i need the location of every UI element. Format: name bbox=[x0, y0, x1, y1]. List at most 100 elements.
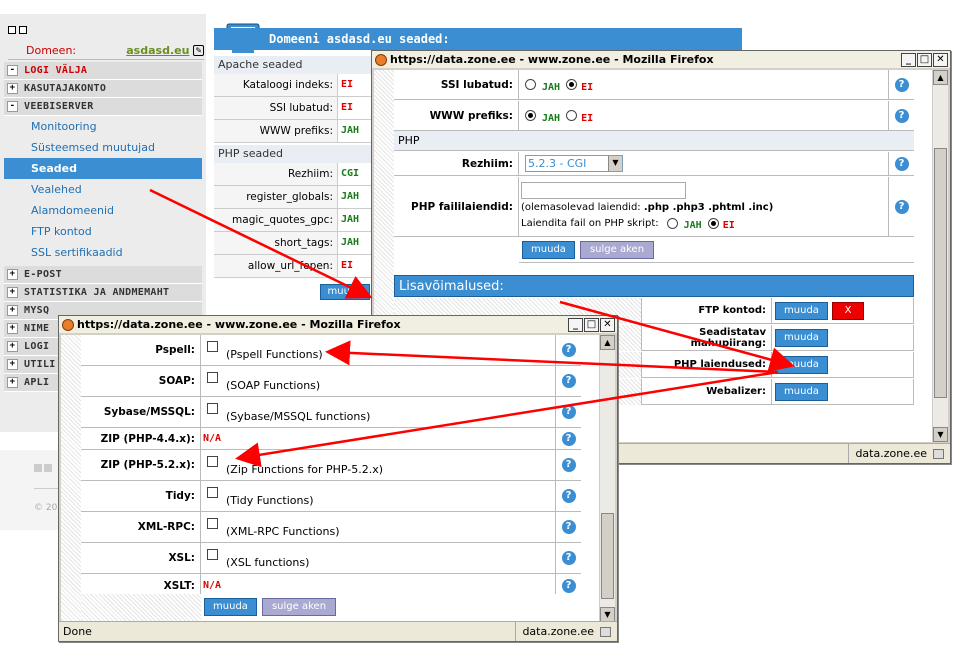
sidebar-item-alamdomeenid[interactable]: Alamdomeenid bbox=[4, 200, 202, 221]
vertical-scrollbar[interactable]: ▲ ▼ bbox=[599, 335, 615, 622]
rezhiim-row: Rezhiim: 5.2.3 - CGI ▼ ? bbox=[394, 152, 914, 176]
menu-item-statistika-ja-andmemaht[interactable]: + STATISTIKA JA ANDMEMAHT bbox=[4, 284, 202, 302]
close-icon[interactable]: ✕ bbox=[600, 317, 615, 332]
minimize-icon[interactable] bbox=[8, 26, 16, 34]
scroll-up-icon[interactable]: ▲ bbox=[600, 335, 615, 350]
help-icon[interactable]: ? bbox=[561, 431, 576, 446]
help-icon[interactable]: ? bbox=[894, 199, 909, 214]
help-icon[interactable]: ? bbox=[561, 551, 576, 565]
extension-checkbox[interactable] bbox=[207, 486, 218, 498]
sidebar-item-vealehed[interactable]: Vealehed bbox=[4, 179, 202, 200]
setting-row: register_globals: JAH bbox=[214, 186, 374, 209]
help-icon[interactable]: ? bbox=[561, 520, 576, 534]
restore-icon[interactable] bbox=[19, 26, 27, 34]
vertical-scrollbar[interactable]: ▲ ▼ bbox=[932, 70, 948, 442]
noext-jah-radio[interactable] bbox=[666, 218, 678, 229]
expand-icon[interactable]: + bbox=[7, 269, 18, 280]
muuda-button[interactable]: muuda bbox=[775, 301, 828, 320]
noext-ei-radio[interactable] bbox=[707, 218, 719, 229]
expand-icon[interactable]: + bbox=[7, 305, 18, 316]
sidebar-item-seaded[interactable]: Seaded bbox=[4, 158, 202, 179]
menu-item-logi-v-lja[interactable]: - LOGI VÄLJA bbox=[4, 62, 202, 80]
window-titlebar[interactable]: https://data.zone.ee - www.zone.ee - Moz… bbox=[59, 316, 617, 333]
status-text: Done bbox=[63, 625, 92, 638]
jah-label: JAH bbox=[542, 113, 561, 124]
extension-checkbox[interactable] bbox=[207, 548, 218, 560]
window-content: Pspell: (Pspell Functions)? SOAP: (SOAP Fun… bbox=[61, 335, 599, 622]
scroll-thumb[interactable] bbox=[934, 148, 947, 398]
www-jah-radio[interactable] bbox=[525, 110, 536, 121]
www-ei-radio[interactable] bbox=[566, 110, 578, 121]
minimize-icon[interactable]: _ bbox=[568, 317, 583, 332]
help-icon[interactable]: ? bbox=[894, 108, 909, 123]
setting-value: JAH bbox=[341, 237, 360, 248]
window-titlebar[interactable]: https://data.zone.ee - www.zone.ee - Moz… bbox=[372, 51, 950, 68]
rezhiim-select[interactable]: 5.2.3 - CGI ▼ bbox=[525, 155, 623, 172]
chevron-down-icon[interactable]: ▼ bbox=[608, 156, 622, 171]
scroll-thumb[interactable] bbox=[601, 513, 614, 599]
collapse-icon[interactable]: - bbox=[7, 65, 18, 76]
expand-icon[interactable]: + bbox=[7, 377, 18, 388]
extension-desc: (XML-RPC Functions) bbox=[226, 524, 340, 538]
help-icon[interactable]: ? bbox=[894, 77, 909, 92]
ext-input[interactable] bbox=[521, 182, 686, 199]
extension-checkbox[interactable] bbox=[207, 340, 218, 352]
page-title: Domeeni asdasd.eu seaded: bbox=[214, 28, 742, 50]
help-icon[interactable]: ? bbox=[894, 156, 909, 171]
extension-checkbox[interactable] bbox=[207, 455, 218, 467]
muuda-button[interactable]: muuda bbox=[775, 328, 828, 347]
expand-icon[interactable]: + bbox=[7, 359, 18, 370]
minimize-icon[interactable]: _ bbox=[901, 52, 916, 67]
muuda-button[interactable]: muuda bbox=[522, 241, 575, 259]
help-icon[interactable]: ? bbox=[561, 405, 576, 419]
help-icon[interactable]: ? bbox=[561, 374, 576, 388]
ei-label: EI bbox=[722, 220, 735, 231]
setting-value: CGI bbox=[341, 168, 360, 179]
setting-label: WWW prefiks: bbox=[214, 120, 338, 142]
help-icon[interactable]: ? bbox=[561, 489, 576, 503]
close-window-button[interactable]: sulge aken bbox=[262, 598, 336, 616]
scroll-down-icon[interactable]: ▼ bbox=[600, 607, 615, 622]
expand-icon[interactable]: + bbox=[7, 83, 18, 94]
veebiserver-submenu: Monitooring Süsteemsed muutujad Seaded Veal… bbox=[4, 116, 202, 263]
extension-checkbox[interactable] bbox=[207, 402, 218, 414]
muuda-button[interactable]: muuda bbox=[775, 382, 828, 401]
extension-row-xsl: XSL: (XSL functions)? bbox=[81, 543, 581, 574]
sidebar-item-s-steemsed-muutujad[interactable]: Süsteemsed muutujad bbox=[4, 137, 202, 158]
muuda-button[interactable]: muuda bbox=[775, 355, 828, 374]
help-icon[interactable]: ? bbox=[561, 458, 576, 472]
extension-checkbox[interactable] bbox=[207, 371, 218, 383]
menu-item-label: UTILI bbox=[24, 359, 56, 370]
expand-icon[interactable]: + bbox=[7, 287, 18, 298]
expand-icon[interactable]: + bbox=[7, 323, 18, 334]
close-window-button[interactable]: sulge aken bbox=[580, 241, 654, 259]
ssi-jah-radio[interactable] bbox=[525, 79, 536, 90]
ssi-ei-radio[interactable] bbox=[566, 79, 578, 90]
muuda-button[interactable]: muuda bbox=[320, 284, 370, 300]
sidebar-item-ssl-sertifikaadid[interactable]: SSL sertifikaadid bbox=[4, 242, 202, 263]
extension-checkbox[interactable] bbox=[207, 517, 218, 529]
menu-item-veebiserver[interactable]: - VEEBISERVER bbox=[4, 98, 202, 116]
jah-label: JAH bbox=[542, 82, 561, 93]
menu-item-kasutajakonto[interactable]: + KASUTAJAKONTO bbox=[4, 80, 202, 98]
maximize-icon[interactable]: □ bbox=[584, 317, 599, 332]
sidebar-window-controls[interactable] bbox=[8, 26, 27, 34]
expand-icon[interactable]: + bbox=[7, 341, 18, 352]
maximize-icon[interactable]: □ bbox=[917, 52, 932, 67]
help-icon[interactable]: ? bbox=[561, 343, 576, 357]
menu-item-e-post[interactable]: + E-POST bbox=[4, 266, 202, 284]
scroll-up-icon[interactable]: ▲ bbox=[933, 70, 948, 85]
edit-icon[interactable]: ✎ bbox=[193, 45, 204, 56]
scroll-down-icon[interactable]: ▼ bbox=[933, 427, 948, 442]
setting-label: allow_url_fopen: bbox=[214, 255, 338, 277]
muuda-button[interactable]: muuda bbox=[204, 598, 257, 616]
sidebar-item-monitooring[interactable]: Monitooring bbox=[4, 116, 202, 137]
close-icon[interactable]: ✕ bbox=[933, 52, 948, 67]
extension-row-soap: SOAP: (SOAP Functions)? bbox=[81, 366, 581, 397]
collapse-icon[interactable]: - bbox=[7, 101, 18, 112]
ssi-options: JAH EI bbox=[519, 70, 889, 99]
delete-button[interactable]: X bbox=[832, 301, 864, 320]
domain-link[interactable]: asdasd.eu bbox=[126, 44, 189, 57]
help-icon[interactable]: ? bbox=[561, 578, 576, 593]
sidebar-item-ftp-kontod[interactable]: FTP kontod bbox=[4, 221, 202, 242]
